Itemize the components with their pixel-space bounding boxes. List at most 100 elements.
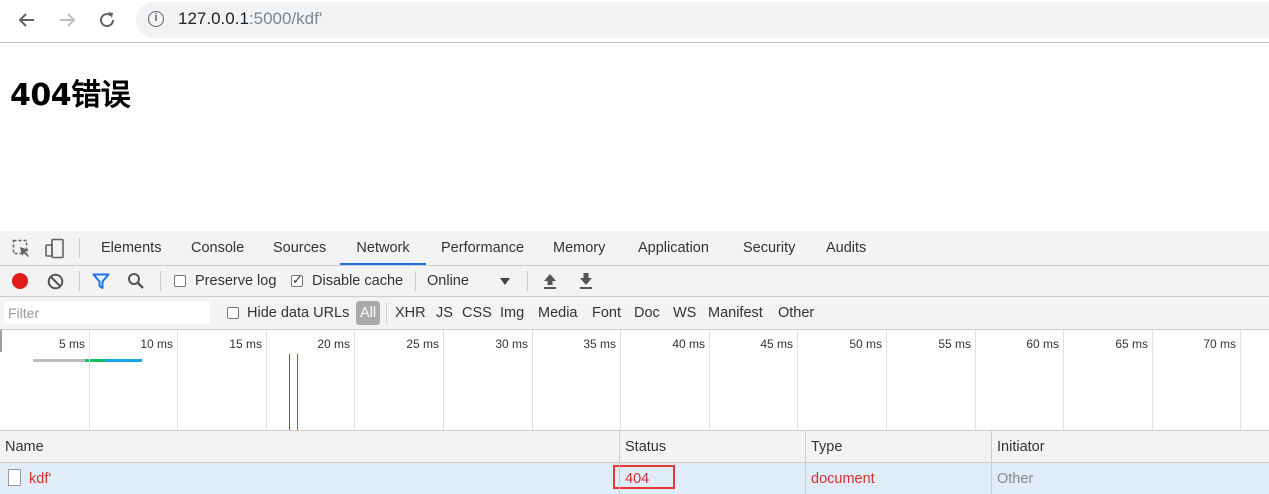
record-icon[interactable] [12,273,28,289]
timeline-tick-label: 40 ms [672,337,705,351]
page-heading: 404错误 [10,78,131,113]
type-filter-media[interactable]: Media [538,305,578,321]
request-name: kdf' [29,471,52,487]
inspect-element-icon[interactable] [12,239,32,262]
type-filter-css[interactable]: CSS [462,305,492,321]
column-divider [619,431,620,494]
type-filter-xhr[interactable]: XHR [395,305,426,321]
tab-memory[interactable]: Memory [553,231,605,265]
timeline-gridline [797,330,798,430]
tab-application[interactable]: Application [638,231,709,265]
type-filter-font[interactable]: Font [592,305,621,321]
timeline-tick-label: 45 ms [760,337,793,351]
toolbar-divider [160,271,161,291]
filter-bar: Hide data URLs All XHR JS CSS Img Media … [0,297,1269,330]
preserve-log-checkbox[interactable] [174,275,186,287]
timeline-tick-label: 60 ms [1026,337,1059,351]
timeline-tick-label: 50 ms [849,337,882,351]
back-arrow-icon [18,13,34,27]
timeline-gridline [886,330,887,430]
throttling-select[interactable]: Online [427,273,469,289]
devtools-panel: Elements Console Sources Network Perform… [0,231,1269,494]
search-icon[interactable] [127,272,145,293]
devtools-tabbar: Elements Console Sources Network Perform… [0,231,1269,266]
column-divider [805,431,806,494]
tab-security[interactable]: Security [743,231,795,265]
timeline-tick-label: 65 ms [1115,337,1148,351]
timeline-gridline [975,330,976,430]
filter-icon[interactable] [92,273,110,293]
clear-icon[interactable] [47,273,64,293]
filter-divider [386,303,387,323]
filter-input[interactable] [4,302,210,324]
timeline-gridline [1063,330,1064,430]
tab-audits[interactable]: Audits [826,231,866,265]
tab-console[interactable]: Console [191,231,244,265]
timeline-tick-label: 55 ms [938,337,971,351]
tabbar-divider [79,238,80,258]
toolbar-divider [79,271,80,291]
reload-button[interactable] [94,7,120,33]
timeline-gridline [709,330,710,430]
forward-button[interactable] [54,7,80,33]
tab-network[interactable]: Network [340,231,426,265]
request-initiator: Other [997,471,1034,487]
network-overview-timeline[interactable]: 5 ms 10 ms 15 ms 20 ms 25 ms 30 ms 35 ms 40 ms 4… [0,330,1269,431]
dom-content-loaded-line [297,354,298,430]
type-filter-ws[interactable]: WS [673,305,696,321]
forward-arrow-icon [60,13,76,27]
tab-sources[interactable]: Sources [273,231,326,265]
timeline-request-bar-queue [33,359,85,362]
tab-elements[interactable]: Elements [101,231,161,265]
request-type: document [811,471,875,487]
document-file-icon [8,469,21,486]
timeline-gridline [177,330,178,430]
type-filter-other[interactable]: Other [778,305,814,321]
info-icon[interactable]: i [148,11,164,27]
column-header-name[interactable]: Name [5,439,44,455]
table-row[interactable]: kdf' 404 document Other [0,463,1269,494]
type-filter-js[interactable]: JS [436,305,453,321]
timeline-left-handle[interactable] [0,330,2,352]
toolbar-divider [527,271,528,291]
type-filter-doc[interactable]: Doc [634,305,660,321]
url-path: :5000/kdf' [248,9,323,28]
hide-data-urls-checkbox[interactable] [227,307,239,319]
column-header-status[interactable]: Status [625,439,666,455]
column-header-initiator[interactable]: Initiator [997,439,1045,455]
type-filter-img[interactable]: Img [500,305,524,321]
type-filter-all[interactable]: All [356,301,381,325]
column-divider [991,431,992,494]
hide-data-urls-label: Hide data URLs [247,305,350,321]
timeline-gridline [532,330,533,430]
preserve-log-label: Preserve log [195,273,277,289]
column-header-type[interactable]: Type [811,439,842,455]
request-status: 404 [625,471,650,487]
back-button[interactable] [14,7,40,33]
tab-performance[interactable]: Performance [441,231,524,265]
reload-icon [100,12,115,28]
timeline-tick-label: 70 ms [1203,337,1236,351]
url-text[interactable]: 127.0.0.1:5000/kdf' [178,9,322,29]
type-filter-manifest[interactable]: Manifest [708,305,763,321]
timeline-gridline [1152,330,1153,430]
disable-cache-label: Disable cache [312,273,404,289]
import-har-icon[interactable] [542,272,558,293]
browser-toolbar: i 127.0.0.1:5000/kdf' [0,0,1269,43]
load-event-line [289,354,290,430]
timeline-tick-label: 25 ms [406,337,439,351]
address-bar[interactable]: i 127.0.0.1:5000/kdf' [136,2,1269,38]
timeline-gridline [1240,330,1241,430]
timeline-gridline [620,330,621,430]
disable-cache-checkbox[interactable] [291,272,303,288]
export-har-icon[interactable] [578,272,594,293]
timeline-tick-label: 20 ms [317,337,350,351]
timeline-tick-label: 5 ms [58,337,85,351]
timeline-gridline [443,330,444,430]
timeline-tick-label: 30 ms [495,337,528,351]
device-toolbar-icon[interactable] [44,238,66,263]
toolbar-divider [415,271,416,291]
throttling-dropdown-icon[interactable] [500,278,510,285]
requests-table-header: Name Status Type Initiator [0,431,1269,463]
timeline-gridline [354,330,355,430]
